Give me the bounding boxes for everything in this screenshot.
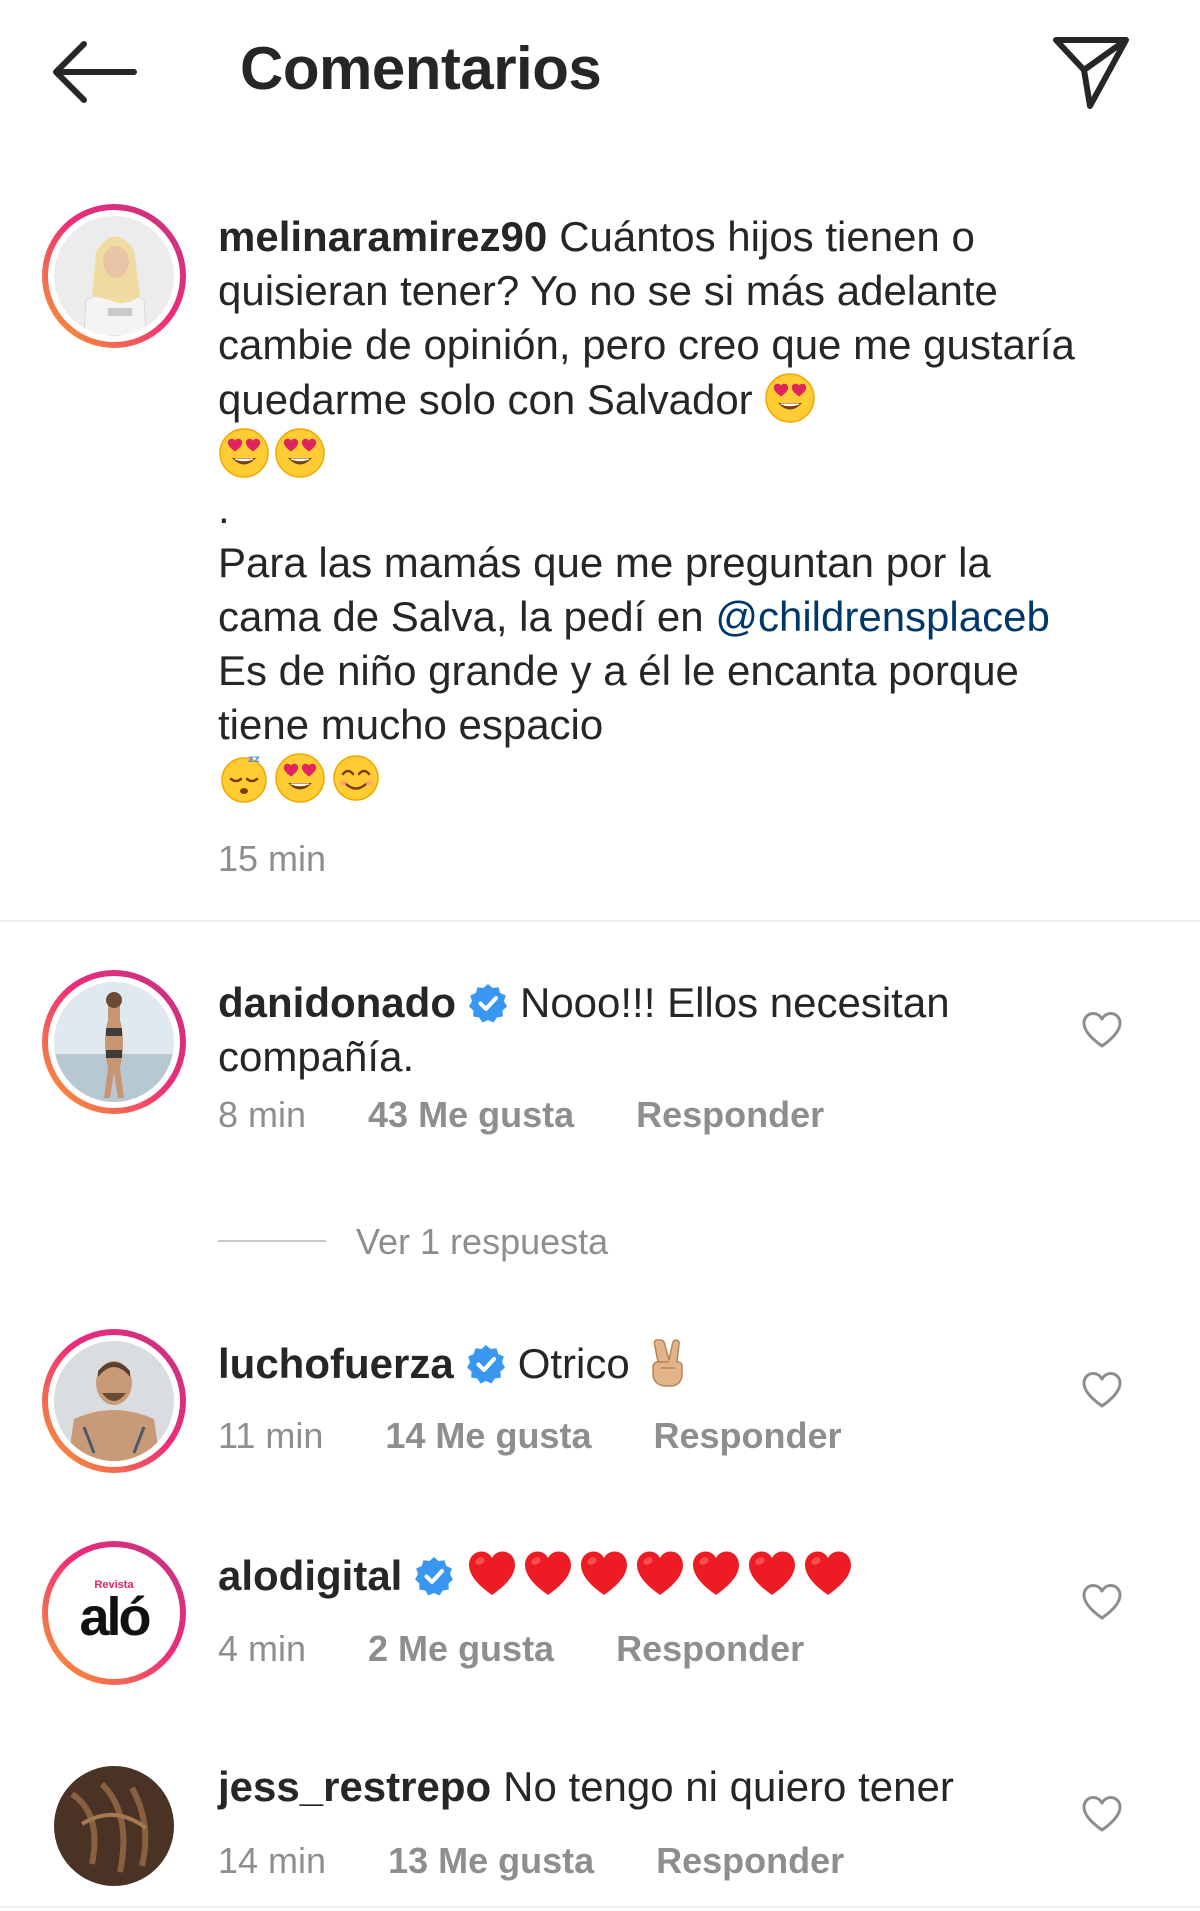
avatar-luchofuerza[interactable] [42, 1329, 186, 1473]
comment-likes-count[interactable]: 13 Me gusta [388, 1840, 594, 1881]
reply-button[interactable]: Responder [656, 1840, 844, 1881]
reply-button[interactable]: Responder [616, 1628, 804, 1669]
send-button[interactable] [1050, 30, 1132, 112]
red-heart-emoji-icon [466, 1548, 518, 1600]
caption-divider [0, 920, 1200, 922]
page-title: Comentarios [240, 35, 602, 102]
heart-eyes-emoji-icon [218, 427, 270, 479]
profile-photo [54, 1766, 174, 1886]
sleepy-emoji-icon [218, 752, 270, 804]
comment-username[interactable]: jess_restrepo [218, 1763, 491, 1810]
comment-timestamp: 14 min [218, 1840, 327, 1881]
comment-timestamp: 4 min [218, 1628, 307, 1669]
red-heart-emoji-icon [634, 1548, 686, 1600]
reply-button[interactable]: Responder [653, 1415, 841, 1456]
comment-text: danidonado Nooo!!! Ellos necesitan compañ… [218, 976, 1038, 1084]
caption-body-part3: Es de niño grande y a él le encanta porq… [218, 647, 1019, 748]
verified-badge-icon [466, 1344, 506, 1384]
comment-username[interactable]: alodigital [218, 1552, 402, 1599]
like-heart-icon[interactable] [1080, 1368, 1124, 1412]
like-heart-icon[interactable] [1080, 1792, 1124, 1836]
view-replies-label: Ver 1 respuesta [356, 1221, 609, 1262]
paper-plane-icon [1053, 37, 1129, 109]
comment-likes-count[interactable]: 14 Me gusta [385, 1415, 591, 1456]
red-heart-emoji-icon [746, 1548, 798, 1600]
back-button[interactable] [50, 36, 138, 108]
avatar-danidonado[interactable] [42, 970, 186, 1114]
comment-text: luchofuerza Otrico [218, 1336, 1038, 1391]
profile-photo [54, 1341, 174, 1461]
comment-text: jess_restrepo No tengo ni quiero tener [218, 1760, 1058, 1814]
profile-photo [54, 216, 174, 336]
comment-body: No tengo ni quiero tener [503, 1763, 954, 1810]
red-heart-emoji-icon [578, 1548, 630, 1600]
profile-photo [54, 982, 174, 1102]
comment-username[interactable]: luchofuerza [218, 1340, 454, 1387]
red-heart-emoji-icon [802, 1548, 854, 1600]
comment-text: alodigital [218, 1548, 1078, 1603]
top-bar: Comentarios [0, 0, 1200, 140]
comment-username[interactable]: danidonado [218, 979, 456, 1026]
bottom-divider [0, 1906, 1200, 1908]
heart-eyes-emoji-icon [274, 752, 326, 804]
comment-likes-count[interactable]: 2 Me gusta [368, 1628, 554, 1669]
verified-badge-icon [468, 983, 508, 1023]
avatar-melinaramirez90[interactable] [42, 204, 186, 348]
comment-body: Otrico [517, 1340, 630, 1387]
like-heart-icon[interactable] [1080, 1580, 1124, 1624]
comment-likes-count[interactable]: 43 Me gusta [368, 1094, 574, 1135]
caption-separator: . [218, 485, 230, 532]
comment-meta: 11 min 14 Me gusta Responder [218, 1415, 904, 1457]
caption-username[interactable]: melinaramirez90 [218, 213, 547, 260]
caption-meta: 15 min [218, 838, 388, 880]
comment-timestamp: 11 min [218, 1415, 324, 1456]
avatar-alodigital[interactable]: Revista aló [42, 1541, 186, 1685]
smiling-emoji-icon [330, 752, 382, 804]
replies-line-divider [218, 1240, 326, 1242]
comment-meta: 8 min 43 Me gusta Responder [218, 1094, 886, 1136]
caption-timestamp: 15 min [218, 838, 327, 879]
comment-meta: 14 min 13 Me gusta Responder [218, 1840, 906, 1882]
victory-hand-emoji-icon [641, 1336, 693, 1388]
verified-badge-icon [414, 1556, 454, 1596]
avatar-jess-restrepo[interactable] [42, 1754, 186, 1898]
red-heart-emoji-icon [522, 1548, 574, 1600]
profile-photo: Revista aló [54, 1553, 174, 1673]
heart-eyes-emoji-icon [274, 427, 326, 479]
heart-eyes-emoji-icon [764, 372, 816, 424]
avatar-logo-text: aló [79, 1587, 151, 1647]
reply-button[interactable]: Responder [636, 1094, 824, 1135]
caption-text: melinaramirez90 Cuántos hijos tienen o qu… [218, 210, 1098, 807]
like-heart-icon[interactable] [1080, 1008, 1124, 1052]
arrow-left-icon [53, 41, 137, 103]
comment-timestamp: 8 min [218, 1094, 307, 1135]
comment-meta: 4 min 2 Me gusta Responder [218, 1628, 866, 1670]
red-heart-emoji-icon [690, 1548, 742, 1600]
caption-mention-link[interactable]: @childrensplaceb [715, 593, 1049, 640]
